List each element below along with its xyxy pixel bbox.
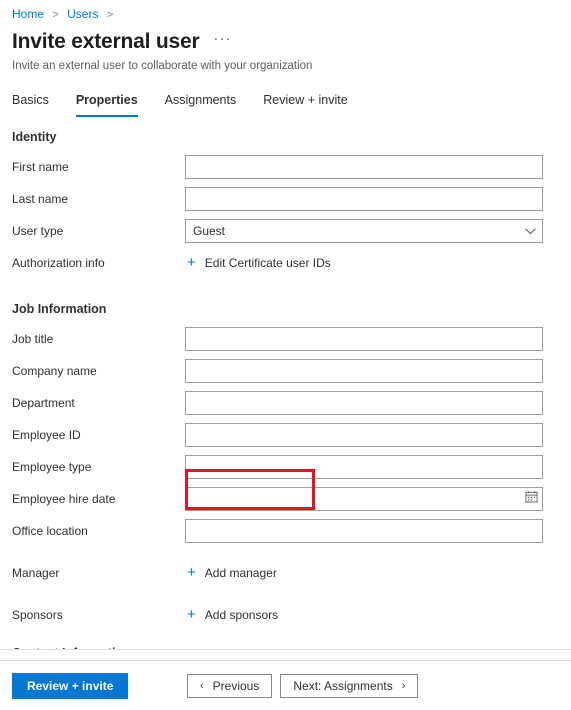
label-employee-type: Employee type [12,460,92,474]
previous-button[interactable]: ‹ Previous [187,673,273,698]
input-employee-type[interactable] [185,455,543,479]
page-title: Invite external user [12,30,200,53]
more-options-icon[interactable]: ··· [213,31,231,52]
label-company-name: Company name [12,364,97,378]
field-row-employee-type: Employee type [0,454,571,480]
edit-certificate-user-ids-label: Edit Certificate user IDs [204,256,331,270]
add-sponsors-label: Add sponsors [204,608,279,622]
field-row-employee-id: Employee ID [0,422,571,448]
select-user-type[interactable]: Guest [185,219,543,243]
review-invite-button[interactable]: Review + invite [12,672,129,699]
chevron-left-icon: ‹ [200,679,204,692]
tab-review-invite[interactable]: Review + invite [263,92,347,117]
field-row-first-name: First name [0,154,571,180]
breadcrumb: Home > Users > [0,0,571,23]
field-row-authorization-info: Authorization info + Edit Certificate us… [0,250,571,276]
page-subtitle: Invite an external user to collaborate w… [12,60,313,72]
next-button-label: Next: Assignments [293,678,393,693]
breadcrumb-item-home[interactable]: Home [12,7,44,21]
properties-form: Identity First name Last name User type … [0,130,571,660]
input-employee-hire-date[interactable] [185,487,543,511]
field-row-job-title: Job title [0,326,571,352]
input-employee-id[interactable] [185,423,543,447]
label-authorization-info: Authorization info [12,256,105,270]
field-row-last-name: Last name [0,186,571,212]
previous-button-label: Previous [212,678,260,693]
chevron-right-icon: › [401,679,406,692]
tab-assignments[interactable]: Assignments [165,92,237,117]
select-user-type-value: Guest [193,224,226,238]
label-last-name: Last name [12,192,69,206]
field-row-employee-hire-date: Employee hire date [0,486,571,512]
page-header: Invite external user ··· [0,23,571,55]
breadcrumb-item-users[interactable]: Users [67,7,98,21]
label-user-type: User type [12,224,64,238]
input-department[interactable] [185,391,543,415]
input-job-title[interactable] [185,327,543,351]
tab-bar: Basics Properties Assignments Review + i… [0,74,571,117]
section-header-identity: Identity [12,130,57,144]
label-manager: Manager [12,566,60,580]
field-row-sponsors: Sponsors + Add sponsors [0,602,571,628]
label-employee-hire-date: Employee hire date [12,492,116,506]
label-office-location: Office location [12,524,88,538]
scroll-clip-edge [0,649,571,660]
label-job-title: Job title [12,332,54,346]
tab-basics[interactable]: Basics [12,92,49,117]
add-manager-button[interactable]: + Add manager [185,564,279,582]
section-header-job-information: Job Information [12,302,107,316]
label-sponsors: Sponsors [12,608,63,622]
plus-icon: + [187,606,196,623]
breadcrumb-separator: > [52,9,59,21]
field-row-company-name: Company name [0,358,571,384]
label-department: Department [12,396,75,410]
label-first-name: First name [12,160,69,174]
input-first-name[interactable] [185,155,543,179]
label-employee-id: Employee ID [12,428,81,442]
plus-icon: + [187,254,196,271]
breadcrumb-separator-trailing: > [106,9,114,21]
wizard-nav-buttons: ‹ Previous Next: Assignments › [187,673,419,698]
field-row-user-type: User type Guest [0,218,571,244]
plus-icon: + [187,564,196,581]
next-assignments-button[interactable]: Next: Assignments › [280,673,419,698]
field-row-department: Department [0,390,571,416]
input-office-location[interactable] [185,519,543,543]
edit-certificate-user-ids-button[interactable]: + Edit Certificate user IDs [185,254,333,272]
field-row-office-location: Office location [0,518,571,544]
footer-action-bar: Review + invite ‹ Previous Next: Assignm… [0,660,571,710]
add-sponsors-button[interactable]: + Add sponsors [185,606,280,624]
input-company-name[interactable] [185,359,543,383]
input-last-name[interactable] [185,187,543,211]
field-row-manager: Manager + Add manager [0,560,571,586]
tab-properties[interactable]: Properties [75,92,138,117]
add-manager-label: Add manager [204,566,277,580]
